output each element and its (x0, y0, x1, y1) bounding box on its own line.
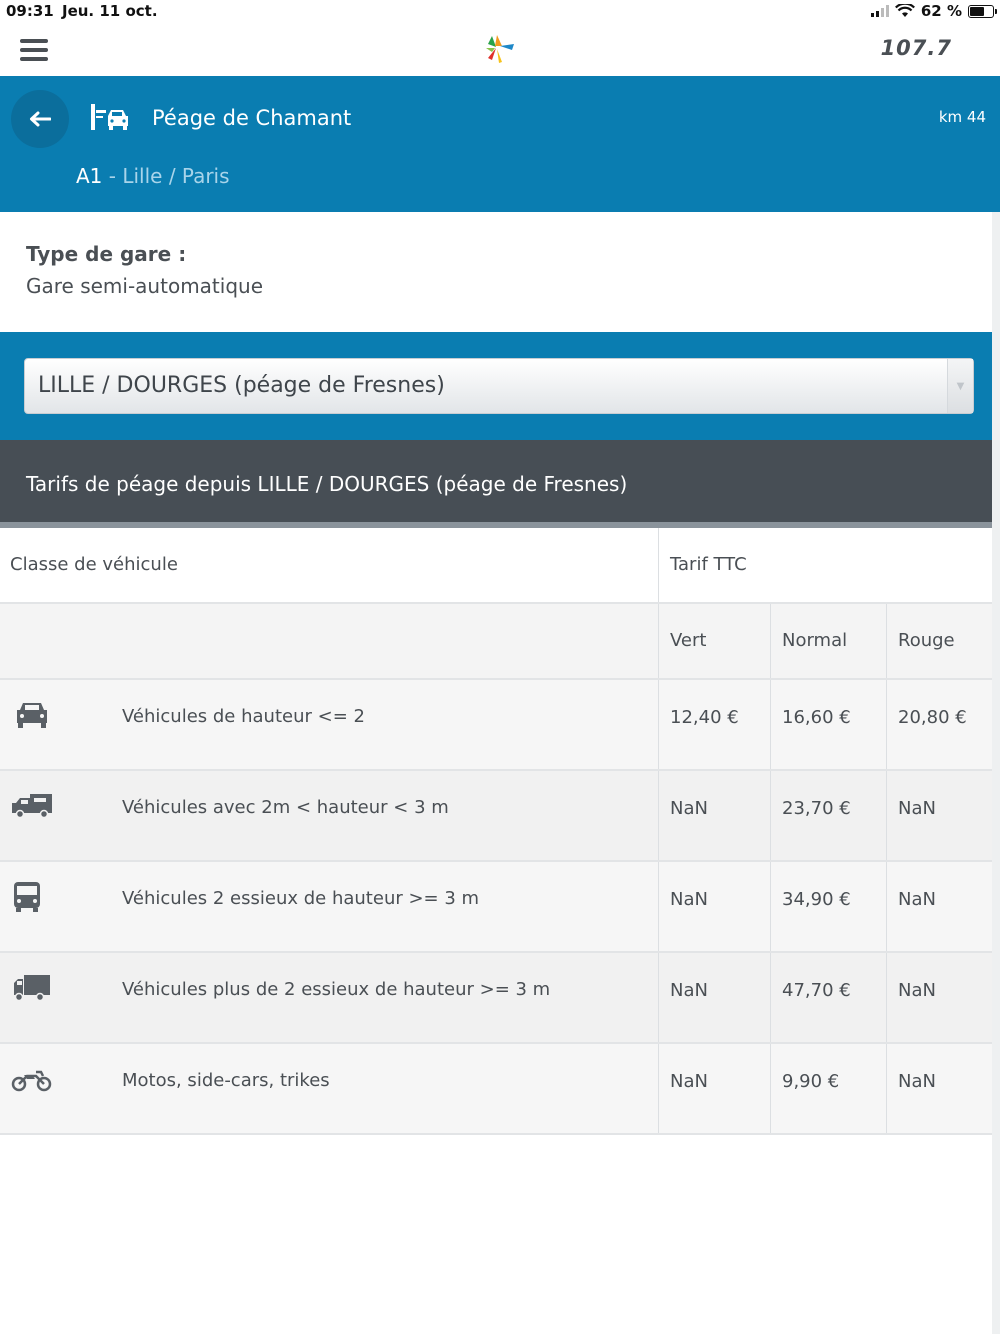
table-row: Motos, side-cars, trikes NaN 9,90 € NaN (0, 1044, 992, 1135)
price-normal: 9,90 € (782, 1071, 840, 1092)
station-type-label: Type de gare : (26, 242, 187, 266)
arrow-left-icon (30, 111, 51, 127)
km-marker: km 44 (938, 108, 986, 126)
table-row: Véhicules plus de 2 essieux de hauteur >… (0, 953, 992, 1044)
price-red: NaN (898, 1071, 936, 1092)
column-tariff-ttc: Tarif TTC (670, 554, 747, 575)
price-green: 12,40 € (670, 707, 739, 728)
table-subheader-row: Vert Normal Rouge (0, 604, 992, 680)
origin-select-value: LILLE / DOURGES (péage de Fresnes) (38, 373, 445, 398)
column-green: Vert (670, 630, 707, 651)
road-number: A1 (76, 164, 103, 188)
chevron-down-icon[interactable]: ▼ (947, 359, 973, 413)
app-bar: 107.7 (0, 24, 1000, 76)
table-row: Véhicules 2 essieux de hauteur >= 3 m Na… (0, 862, 992, 953)
price-normal: 16,60 € (782, 707, 851, 728)
vehicle-class-name: Véhicules 2 essieux de hauteur >= 3 m (122, 888, 480, 909)
tariff-table: Classe de véhicule Tarif TTC Vert Normal… (0, 528, 992, 1135)
status-date: Jeu. 11 oct. (62, 2, 158, 20)
page-title: Péage de Chamant (152, 106, 352, 130)
price-normal: 47,70 € (782, 980, 851, 1001)
price-green: NaN (670, 1071, 708, 1092)
table-row: Véhicules de hauteur <= 2 12,40 € 16,60 … (0, 680, 992, 771)
road-route: - Lille / Paris (102, 164, 230, 188)
tariff-heading: Tarifs de péage depuis LILLE / DOURGES (… (26, 472, 628, 496)
price-normal: 23,70 € (782, 798, 851, 819)
price-red: 20,80 € (898, 707, 967, 728)
app-logo-icon[interactable] (482, 32, 516, 66)
road-info: A1 - Lille / Paris (76, 164, 230, 188)
column-normal: Normal (782, 630, 848, 651)
camper-icon (12, 794, 52, 819)
motorcycle-icon (11, 1070, 52, 1092)
price-red: NaN (898, 798, 936, 819)
scrollbar-track[interactable] (992, 212, 1000, 1334)
vehicle-class-name: Véhicules plus de 2 essieux de hauteur >… (122, 979, 551, 1000)
status-bar: 09:31 Jeu. 11 oct. 62 % (0, 0, 1000, 24)
battery-percent: 62 % (920, 2, 962, 20)
battery-icon (968, 4, 997, 18)
status-time: 09:31 (6, 2, 54, 20)
toll-booth-icon (91, 104, 128, 130)
origin-select[interactable]: LILLE / DOURGES (péage de Fresnes) ▼ (24, 358, 974, 414)
vehicle-class-name: Véhicules de hauteur <= 2 (122, 706, 365, 727)
table-row: Véhicules avec 2m < hauteur < 3 m NaN 23… (0, 771, 992, 862)
back-button[interactable] (11, 90, 69, 148)
car-icon (17, 703, 47, 728)
price-red: NaN (898, 889, 936, 910)
price-red: NaN (898, 980, 936, 1001)
truck-icon (14, 975, 50, 1002)
station-type-value: Gare semi-automatique (26, 274, 264, 298)
page: 09:31 Jeu. 11 oct. 62 % 107.7 Péage de C… (0, 0, 1000, 1334)
price-green: NaN (670, 889, 708, 910)
price-normal: 34,90 € (782, 889, 851, 910)
table-header-row: Classe de véhicule Tarif TTC (0, 528, 992, 604)
price-green: NaN (670, 798, 708, 819)
menu-icon[interactable] (20, 39, 48, 61)
column-vehicle-class: Classe de véhicule (10, 554, 178, 575)
column-red: Rouge (898, 630, 955, 651)
origin-select-band: LILLE / DOURGES (péage de Fresnes) ▼ (0, 332, 992, 440)
wifi-icon (894, 4, 915, 17)
brand-107-7[interactable]: 107.7 (881, 36, 952, 60)
tariff-heading-bar: Tarifs de péage depuis LILLE / DOURGES (… (0, 440, 992, 528)
signal-icon (870, 5, 889, 17)
vehicle-class-name: Motos, side-cars, trikes (122, 1070, 330, 1091)
station-type-section: Type de gare : Gare semi-automatique (0, 212, 1000, 332)
status-right: 62 % (870, 2, 997, 20)
bus-icon (14, 882, 40, 912)
price-green: NaN (670, 980, 708, 1001)
page-header: Péage de Chamant km 44 A1 - Lille / Pari… (0, 76, 1000, 212)
vehicle-class-name: Véhicules avec 2m < hauteur < 3 m (122, 797, 449, 818)
